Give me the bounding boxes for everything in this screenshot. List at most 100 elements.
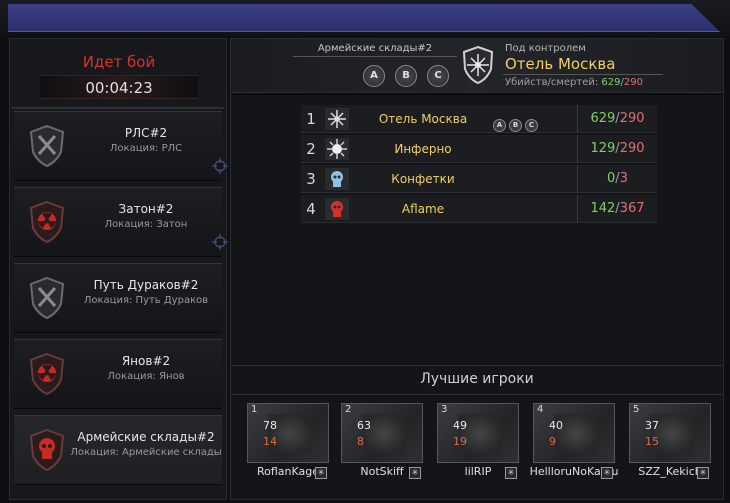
flag-c-icon: C <box>525 119 538 132</box>
battle-status: Идет бой <box>82 53 156 71</box>
control-label: Под контролем <box>505 43 586 54</box>
player-rank: 4 <box>537 404 544 415</box>
player-portrait <box>341 403 423 463</box>
flag-c-icon: C <box>427 65 449 87</box>
faction-shield-icon <box>462 45 494 85</box>
location-item-label: РЛС#2 <box>124 126 168 140</box>
location-item-zaton[interactable]: Затон#2 Локация: Затон <box>14 187 228 257</box>
player-card[interactable]: 4 40 9 ✳ HellloruNoKamu <box>530 403 618 481</box>
group-name: Aflame <box>401 202 445 216</box>
divider <box>503 74 663 75</box>
divider <box>231 394 723 395</box>
rank: 3 <box>306 170 316 188</box>
location-item-label: Армейские склады#2 <box>77 430 215 444</box>
kills-value: 629 <box>601 77 621 88</box>
controller-name: Отель Москва <box>505 55 616 73</box>
deaths-value: 3 <box>619 171 628 186</box>
player-deaths: 15 <box>645 435 659 448</box>
location-item-sublabel: Локация: РЛС <box>109 143 183 154</box>
table-row[interactable]: 3 Конфетки 0/3 <box>301 165 657 193</box>
group-name: Конфетки <box>391 172 455 186</box>
faction-badge-icon: ✳ <box>505 467 517 479</box>
battle-timer: 00:04:23 <box>40 75 198 99</box>
player-card[interactable]: 1 78 14 ✳ RoflanKage <box>247 403 329 481</box>
player-deaths: 14 <box>263 435 277 448</box>
divider <box>231 365 723 366</box>
deaths-value: 290 <box>619 111 645 126</box>
location-item-label: Путь Дураков#2 <box>93 278 199 292</box>
compass-star-icon <box>325 108 349 130</box>
location-item-army-warehouses[interactable]: Армейские склады#2 Локация: Армейские ск… <box>14 415 222 485</box>
group-name: Инферно <box>394 142 452 156</box>
kill-death-summary: Убийств/смертей: 629/290 <box>505 77 643 88</box>
player-rank: 1 <box>251 404 258 415</box>
divider <box>12 107 224 109</box>
rank: 4 <box>306 200 316 218</box>
table-row[interactable]: 1 Отель Москва ABC 629/290 <box>301 105 657 133</box>
burst-icon <box>325 138 349 160</box>
kill-death: 129/290 <box>577 135 657 163</box>
best-players-title: Лучшие игроки <box>420 371 534 387</box>
top-banner-strip <box>8 4 720 32</box>
location-item-sublabel: Локация: Армейские склады <box>70 447 222 458</box>
location-item-fools-road[interactable]: Путь Дураков#2 Локация: Путь Дураков <box>14 263 222 333</box>
player-deaths: 8 <box>357 435 364 448</box>
kills-value: 142 <box>590 201 616 216</box>
player-card[interactable]: 5 37 15 ✳ SZZ_Kekich <box>629 403 711 481</box>
player-kills: 37 <box>645 419 659 432</box>
kill-death: 629/290 <box>577 105 657 133</box>
player-rank: 5 <box>633 404 640 415</box>
location-item-label: Затон#2 <box>118 202 174 216</box>
flag-a-icon: A <box>363 65 385 87</box>
faction-badge-icon: ✳ <box>697 467 709 479</box>
divider <box>293 56 457 57</box>
skull-shield-icon <box>29 428 65 472</box>
battle-details-panel: Армейские склады#2 A B C Под контролем О… <box>230 38 724 500</box>
standings-table: 1 Отель Москва ABC 629/290 2 Инферно 129… <box>301 105 657 225</box>
locations-panel: Идет бой 00:04:23 РЛС#2 Локация: РЛС Зат… <box>9 38 228 500</box>
player-kills: 40 <box>549 419 563 432</box>
player-deaths: 19 <box>453 435 467 448</box>
kill-death: 0/3 <box>577 165 657 193</box>
red-skull-icon <box>325 198 349 220</box>
kills-value: 129 <box>590 141 616 156</box>
deaths-value: 290 <box>623 77 643 88</box>
player-portrait <box>533 403 615 463</box>
crossed-swords-shield-icon <box>29 276 65 320</box>
player-rank: 2 <box>345 404 352 415</box>
location-item-yanov[interactable]: Янов#2 Локация: Янов <box>14 339 222 409</box>
kill-death: 142/367 <box>577 195 657 223</box>
rank: 2 <box>306 140 316 158</box>
location-item-rls[interactable]: РЛС#2 Локация: РЛС <box>14 111 228 181</box>
group-name: Отель Москва <box>378 112 468 126</box>
flag-b-icon: B <box>395 65 417 87</box>
crosshair-icon <box>212 234 228 250</box>
location-item-sublabel: Локация: Затон <box>104 219 188 230</box>
player-card[interactable]: 2 63 8 ✳ NotSkiff <box>341 403 423 481</box>
radiation-shield-icon <box>29 200 65 244</box>
faction-badge-icon: ✳ <box>601 467 613 479</box>
flag-a-icon: A <box>493 119 506 132</box>
player-portrait <box>247 403 329 463</box>
location-item-sublabel: Локация: Путь Дураков <box>83 295 209 306</box>
kd-label: Убийств/смертей: <box>505 77 599 88</box>
table-row[interactable]: 2 Инферно 129/290 <box>301 135 657 163</box>
player-kills: 49 <box>453 419 467 432</box>
captured-flags: ABC <box>493 112 553 132</box>
player-deaths: 9 <box>549 435 556 448</box>
faction-badge-icon: ✳ <box>409 467 421 479</box>
faction-badge-icon: ✳ <box>315 467 327 479</box>
player-card[interactable]: 3 49 19 ✳ lilRIP <box>437 403 519 481</box>
table-row[interactable]: 4 Aflame 142/367 <box>301 195 657 223</box>
divider <box>231 93 723 95</box>
player-rank: 3 <box>441 404 448 415</box>
control-header: Армейские склады#2 A B C Под контролем О… <box>231 39 723 93</box>
player-kills: 78 <box>263 419 277 432</box>
crossed-swords-shield-icon <box>29 124 65 168</box>
deaths-value: 290 <box>619 141 645 156</box>
blue-skull-icon <box>325 168 349 190</box>
location-item-label: Янов#2 <box>121 354 171 368</box>
crosshair-icon <box>212 158 228 174</box>
header-location-name: Армейские склады#2 <box>317 43 433 54</box>
location-item-sublabel: Локация: Янов <box>107 371 185 382</box>
